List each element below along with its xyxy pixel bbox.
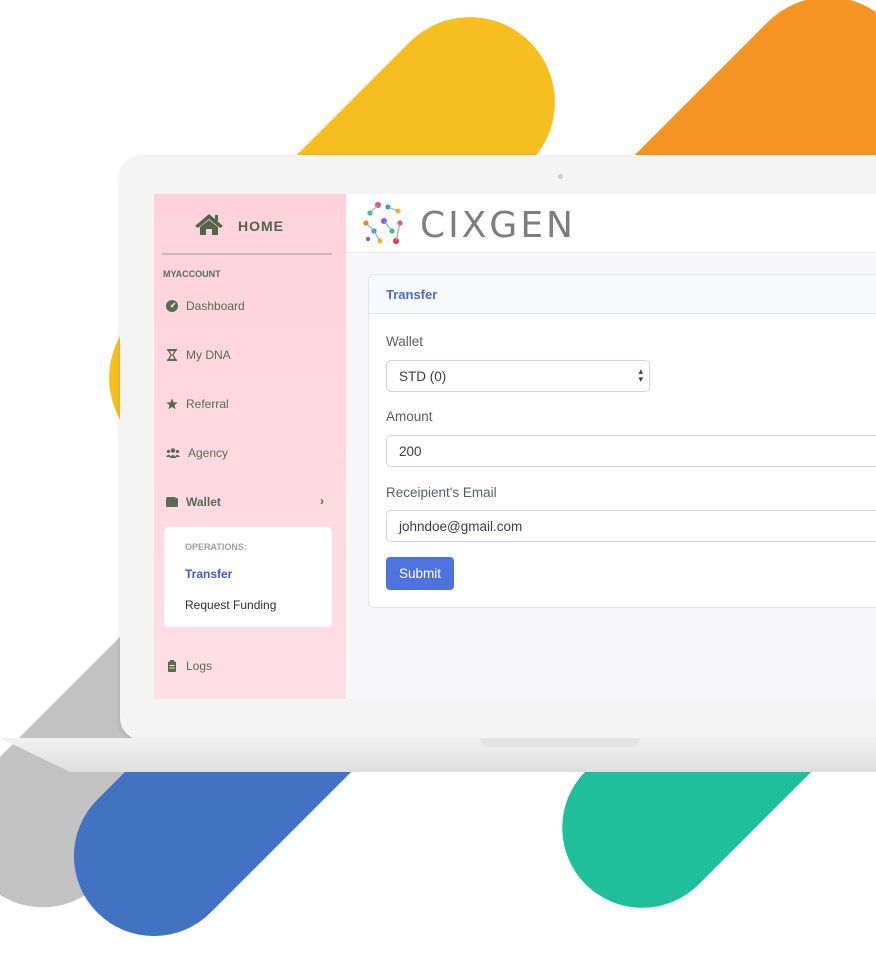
home-icon [194,212,224,241]
card-header: Transfer [369,275,876,314]
wallet-icon [166,496,178,508]
wallet-select-value: STD (0) [399,368,447,384]
sidebar: HOME MYACCOUNT Dashboard My DNA Referral [154,194,346,699]
brand-name: CIXGEN [420,205,576,246]
submenu-item-transfer[interactable]: Transfer [185,567,232,581]
home-label: HOME [238,218,284,234]
users-icon [166,447,180,459]
submenu-item-request-funding[interactable]: Request Funding [185,598,276,612]
email-input[interactable]: johndoe@gmail.com [386,510,876,542]
laptop-notch [480,738,640,747]
dna-logo-icon [360,199,412,252]
camera-dot [558,174,563,179]
email-label: Receipient's Email [386,485,497,500]
star-icon [166,398,178,410]
submenu-heading: OPERATIONS: [185,542,247,552]
select-arrows-icon: ▴ ▾ [638,366,643,384]
sidebar-item-wallet[interactable]: Wallet [166,495,221,509]
wallet-label: Wallet [386,334,424,349]
sidebar-item-label: Referral [186,397,229,411]
sidebar-divider [162,253,332,255]
section-label: MYACCOUNT [163,269,221,279]
app-screen: HOME MYACCOUNT Dashboard My DNA Referral [154,194,876,699]
tachometer-icon [166,300,178,312]
wallet-select[interactable]: STD (0) ▴ ▾ [386,360,650,392]
sidebar-item-referral[interactable]: Referral [166,397,229,411]
sidebar-item-logs[interactable]: Logs [166,659,212,673]
amount-value: 200 [399,443,422,459]
chevron-right-icon[interactable]: › [320,494,324,508]
sidebar-item-dashboard[interactable]: Dashboard [166,299,245,313]
clipboard-icon [166,660,178,672]
submit-button[interactable]: Submit [386,557,454,590]
amount-label: Amount [386,409,433,424]
wallet-submenu: OPERATIONS: Transfer Request Funding [164,527,332,627]
sidebar-item-label: My DNA [186,348,231,362]
transfer-card: Transfer Wallet STD (0) ▴ ▾ Amount 200 Re… [368,274,876,608]
sidebar-item-agency[interactable]: Agency [166,446,228,460]
topbar: CIXGEN [346,194,876,253]
sidebar-item-label: Dashboard [186,299,245,313]
hourglass-icon [166,349,178,361]
laptop-base [0,738,876,772]
card-title: Transfer [386,286,438,302]
sidebar-item-label: Logs [186,659,213,673]
home-link[interactable]: HOME [194,208,284,244]
email-value: johndoe@gmail.com [399,518,523,534]
amount-input[interactable]: 200 [386,435,876,467]
sidebar-item-my-dna[interactable]: My DNA [166,348,231,362]
brand-logo[interactable]: CIXGEN [360,199,576,252]
sidebar-item-label: Wallet [186,495,221,509]
sidebar-item-label: Agency [188,446,229,460]
